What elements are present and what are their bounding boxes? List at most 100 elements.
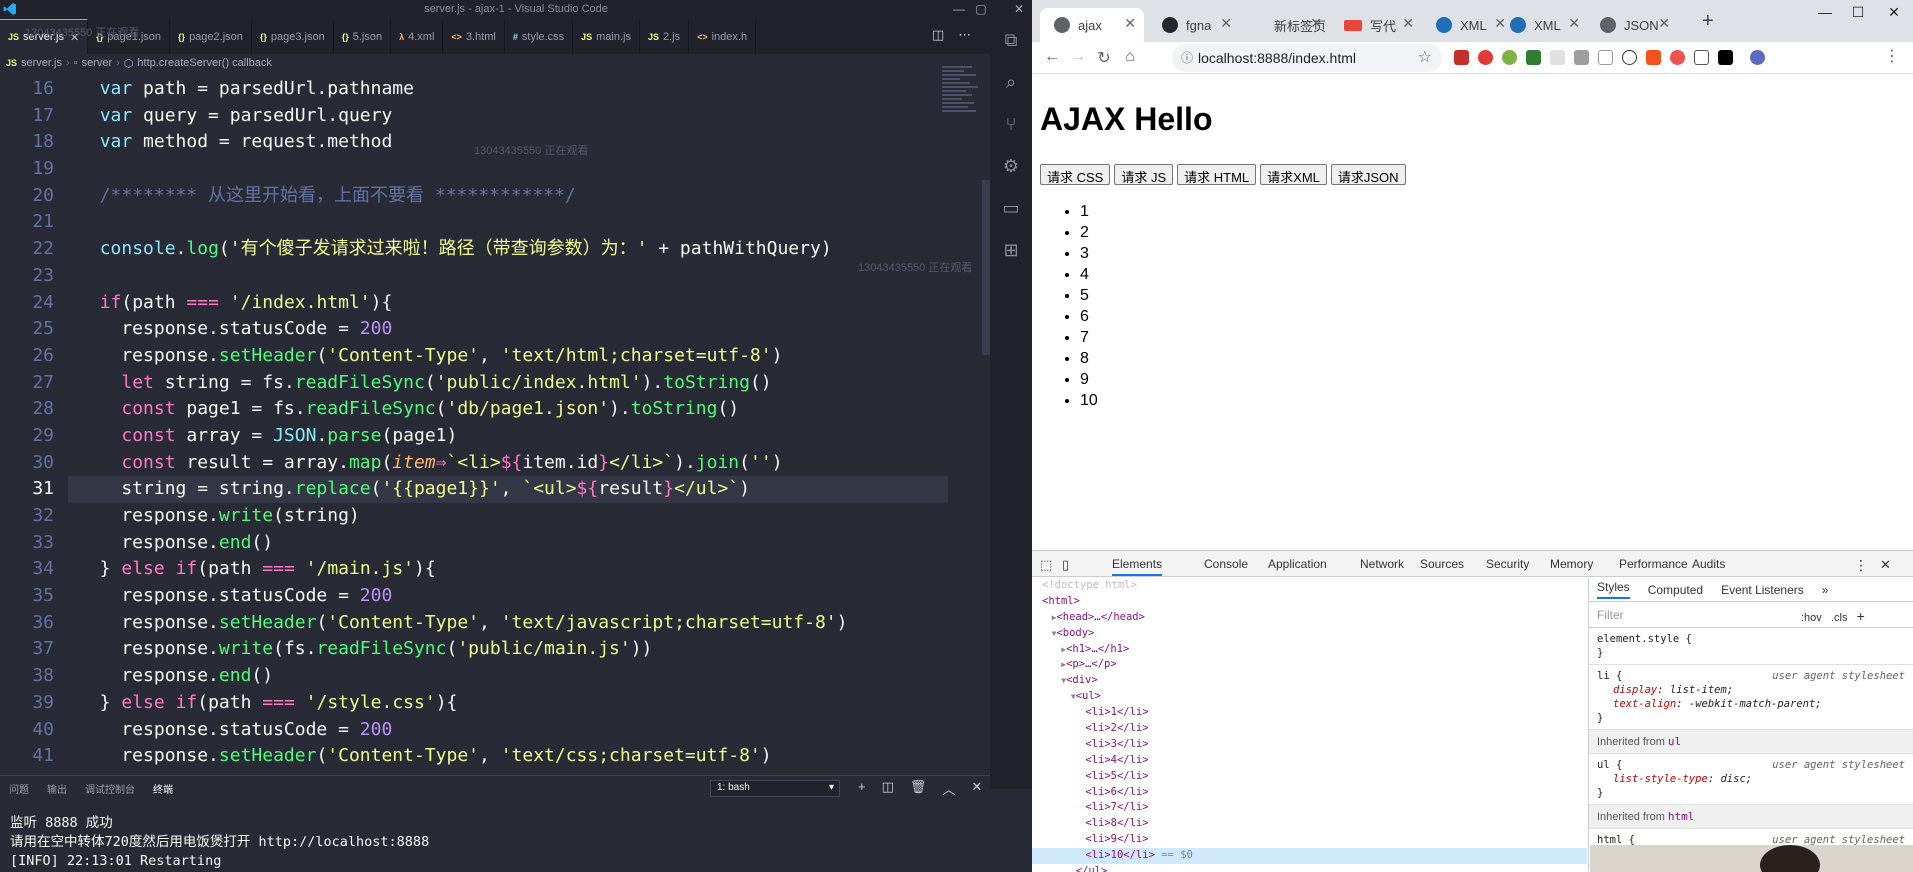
panel-tab[interactable]: 终端: [144, 776, 182, 800]
devtools-tab[interactable]: Sources: [1420, 557, 1464, 571]
code-line[interactable]: /******** 从这里开始看，上面不要看 ************/: [78, 183, 948, 210]
cls-label[interactable]: .cls: [1831, 612, 1848, 624]
dom-node[interactable]: ▶<h1>…</h1>: [1032, 642, 1587, 658]
styles-filter[interactable]: Filter :hov .cls +: [1589, 602, 1913, 628]
devtools-tab[interactable]: Security: [1486, 557, 1529, 571]
code-line[interactable]: console.log('有个傻子发请求过来啦！路径（带查询参数）为：' + p…: [78, 236, 948, 263]
json-extension-icon[interactable]: [1598, 50, 1613, 65]
dom-node[interactable]: <li>4</li>: [1032, 753, 1587, 769]
sound-extension-icon[interactable]: [1694, 50, 1709, 65]
explorer-icon[interactable]: ⧉: [990, 19, 1032, 61]
browser-tab[interactable]: ajax ✕: [1040, 8, 1144, 42]
s-extension-icon[interactable]: [1574, 50, 1589, 65]
editor-tab[interactable]: λ 4.xml: [391, 19, 444, 54]
search-icon[interactable]: ⌕: [990, 61, 1032, 103]
browser-tab[interactable]: JSON ✕: [1586, 8, 1678, 42]
elements-tree[interactable]: <!doctype html> <html> ▶<head>…</head> ▼<…: [1032, 578, 1587, 872]
code-line[interactable]: response.statusCode = 200: [78, 316, 948, 343]
css-rule[interactable]: user agent stylesheet li {display: list-i…: [1589, 665, 1913, 730]
code-line[interactable]: [78, 209, 948, 236]
editor-tab[interactable]: <> index.h: [689, 19, 757, 54]
blocker-extension-icon[interactable]: [1478, 50, 1493, 65]
request-button[interactable]: 请求XML: [1260, 164, 1327, 185]
code-line[interactable]: response.statusCode = 200: [78, 583, 948, 610]
browser-tab[interactable]: 写代 ✕: [1330, 8, 1422, 42]
browser-tab[interactable]: XML ✕: [1496, 8, 1588, 42]
close-panel-icon[interactable]: ✕: [971, 779, 982, 798]
dom-node[interactable]: ▼<ul>: [1032, 689, 1587, 705]
maximize-panel-icon[interactable]: ︿: [942, 779, 955, 798]
code-line[interactable]: response.end(): [78, 530, 948, 557]
home-icon[interactable]: ⌂: [1118, 48, 1142, 66]
editor-tab[interactable]: {} page2.json: [170, 19, 252, 54]
device-toolbar-icon[interactable]: ▯: [1062, 557, 1069, 573]
more-actions-icon[interactable]: ⋯: [958, 27, 971, 43]
editor-tab[interactable]: {} page3.json: [252, 19, 334, 54]
css-rule[interactable]: element.style {}: [1589, 628, 1913, 665]
close-icon[interactable]: ✕: [1879, 4, 1909, 21]
devtools-close-icon[interactable]: ✕: [1880, 557, 1891, 573]
code-line[interactable]: const result = array.map(item⇒`<li>${ite…: [78, 450, 948, 477]
styles-tab[interactable]: Event Listeners: [1721, 583, 1804, 597]
close-tab-icon[interactable]: ✕: [1658, 15, 1670, 32]
dom-node[interactable]: ▶<head>…</head>: [1032, 610, 1587, 626]
code-line[interactable]: response.setHeader('Content-Type', 'text…: [78, 343, 948, 370]
dom-node[interactable]: <li>10</li> == $0: [1032, 848, 1587, 865]
request-button[interactable]: 请求 HTML: [1177, 164, 1257, 185]
code-line[interactable]: response.end(): [78, 663, 948, 690]
minimize-icon[interactable]: —: [1810, 4, 1840, 20]
dom-node[interactable]: ▼<div>: [1032, 673, 1587, 689]
panel-tab[interactable]: 调试控制台: [76, 776, 144, 800]
code-line[interactable]: if(path === '/index.html'){: [78, 290, 948, 317]
minimize-icon[interactable]: —: [950, 2, 968, 16]
code-line[interactable]: response.write(string): [78, 503, 948, 530]
dom-node[interactable]: <li>8</li>: [1032, 816, 1587, 832]
devtools-tab[interactable]: Network: [1360, 557, 1404, 571]
styles-tab[interactable]: Computed: [1648, 583, 1703, 597]
code-line[interactable]: response.setHeader('Content-Type', 'text…: [78, 610, 948, 637]
inherited-selector[interactable]: ul: [1668, 735, 1681, 748]
breadcrumb-function[interactable]: http.createServer() callback: [137, 57, 272, 69]
dom-node[interactable]: <li>9</li>: [1032, 832, 1587, 848]
panel-tab[interactable]: 输出: [38, 776, 76, 800]
code-line[interactable]: const page1 = fs.readFileSync('db/page1.…: [78, 396, 948, 423]
close-tab-icon[interactable]: ✕: [1310, 15, 1322, 32]
editor-tab[interactable]: # style.css: [505, 19, 574, 54]
back-icon[interactable]: ←: [1040, 48, 1064, 66]
dom-node[interactable]: <li>7</li>: [1032, 800, 1587, 816]
code-line[interactable]: [78, 263, 948, 290]
terminal-select[interactable]: 1: bash ▾: [710, 780, 840, 797]
new-terminal-icon[interactable]: +: [858, 779, 866, 798]
remote-explorer-icon[interactable]: ▭: [990, 187, 1032, 229]
dom-node[interactable]: </ul>: [1032, 864, 1587, 872]
more-tabs-icon[interactable]: »: [1822, 583, 1829, 597]
code-line[interactable]: response.write(fs.readFileSync('public/m…: [78, 636, 948, 663]
kill-terminal-icon[interactable]: 🗑: [910, 779, 927, 798]
code-line[interactable]: string = string.replace('{{page1}}', `<u…: [68, 476, 948, 503]
debug-icon[interactable]: ⚙: [990, 145, 1032, 187]
reload-icon[interactable]: ↻: [1092, 48, 1116, 68]
editor-tab[interactable]: <> 3.html: [443, 19, 505, 54]
close-tab-icon[interactable]: ✕: [1402, 15, 1414, 32]
editor-tab[interactable]: {} 5.json: [334, 19, 392, 54]
editor-tab[interactable]: JS 2.js: [640, 19, 690, 54]
terminal-output[interactable]: 监听 8888 成功 请用在空中转体720度然后用电饭煲打开 http://loc…: [10, 814, 429, 871]
request-button[interactable]: 请求 CSS: [1040, 164, 1111, 185]
forward-icon[interactable]: →: [1066, 48, 1090, 66]
maximize-icon[interactable]: ▢: [972, 2, 990, 16]
new-tab-icon[interactable]: +: [1702, 10, 1714, 33]
devtools-tab[interactable]: Application: [1268, 557, 1327, 571]
close-tab-icon[interactable]: ✕: [1124, 15, 1136, 32]
code-line[interactable]: var query = parsedUrl.query: [78, 103, 948, 130]
code-line[interactable]: response.setHeader('Content-Type', 'text…: [78, 743, 948, 770]
close-tab-icon[interactable]: ✕: [1568, 15, 1580, 32]
dom-node[interactable]: <li>3</li>: [1032, 737, 1587, 753]
code-editor[interactable]: var path = parsedUrl.pathname var query …: [68, 76, 948, 770]
dom-node[interactable]: <!doctype html>: [1032, 578, 1587, 594]
close-tab-icon[interactable]: ✕: [1220, 15, 1232, 32]
red-extension-icon[interactable]: [1670, 50, 1685, 65]
breadcrumb-scope[interactable]: server: [82, 57, 113, 69]
profile-avatar[interactable]: [1750, 50, 1765, 65]
extensions-icon[interactable]: ⊞: [990, 229, 1032, 271]
split-terminal-icon[interactable]: ◫: [882, 779, 894, 798]
